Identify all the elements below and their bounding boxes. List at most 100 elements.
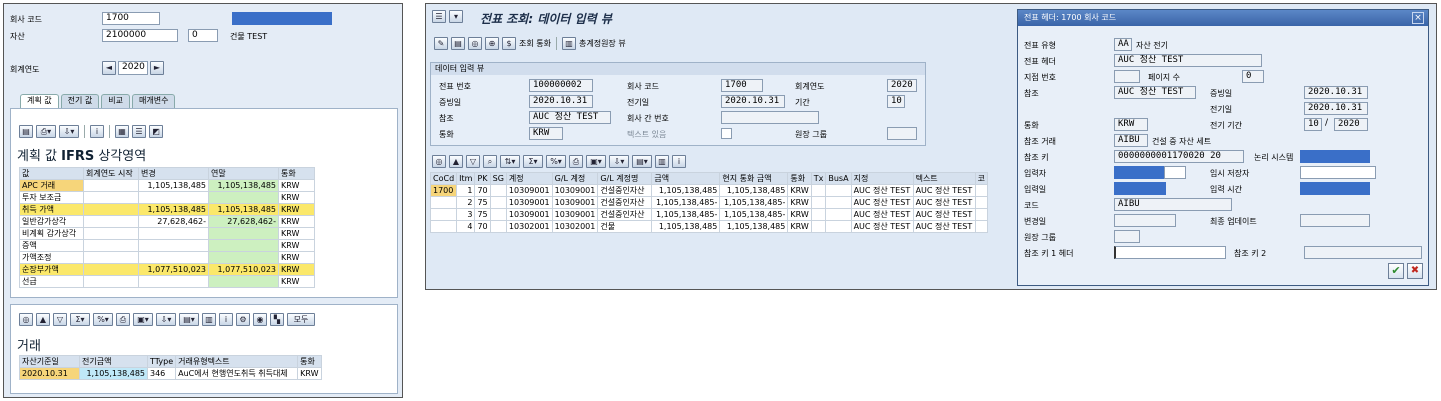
dropdown-icon[interactable]: ▾ bbox=[449, 10, 463, 23]
confirm-icon[interactable]: ✔ bbox=[1388, 263, 1404, 279]
table-row[interactable]: APC 거래 1,105,138,485 1,105,138,485 KRW bbox=[19, 179, 315, 192]
logical-system-field[interactable] bbox=[1300, 150, 1370, 163]
filter-icon[interactable]: ▽ bbox=[53, 313, 67, 326]
page-count-field[interactable]: 0 bbox=[1242, 70, 1264, 83]
asset-number-field[interactable]: 2100000 bbox=[102, 29, 178, 42]
settings-icon[interactable]: ⚙ bbox=[236, 313, 250, 326]
changed-on-field[interactable] bbox=[1114, 214, 1176, 227]
subtotal-icon[interactable]: %▾ bbox=[93, 313, 113, 326]
sum-icon[interactable]: Σ▾ bbox=[523, 155, 543, 168]
export-icon[interactable]: ⇩▾ bbox=[609, 155, 629, 168]
last-update-field[interactable] bbox=[1300, 214, 1370, 227]
expand-all-button[interactable]: 모두 bbox=[287, 313, 315, 326]
table-row[interactable]: 순장부가액 1,077,510,023 1,077,510,023 KRW bbox=[19, 263, 315, 276]
previous-year-icon[interactable]: ◄ bbox=[102, 61, 116, 75]
doc-date-field[interactable]: 2020.10.31 bbox=[1304, 86, 1368, 99]
col-header[interactable]: 연말 bbox=[208, 167, 279, 180]
currency-field[interactable]: KRW bbox=[1114, 118, 1148, 131]
posting-date-field[interactable]: 2020.10.31 bbox=[721, 95, 785, 108]
col-header[interactable]: CoCd bbox=[429, 172, 458, 185]
tcode-field[interactable]: AIBU bbox=[1114, 198, 1232, 211]
display-icon[interactable]: ◎ bbox=[468, 37, 482, 50]
print-icon[interactable]: ⎙ bbox=[569, 155, 583, 168]
sort-icon[interactable]: ⇅▾ bbox=[500, 155, 520, 168]
currency-icon[interactable]: $ bbox=[502, 37, 516, 50]
col-header[interactable]: BusA bbox=[825, 172, 852, 185]
col-header[interactable]: 지정 bbox=[850, 172, 914, 185]
col-header[interactable]: 통화 bbox=[297, 355, 322, 368]
table-row[interactable]: 가액조정 KRW bbox=[19, 251, 315, 264]
detail-icon[interactable]: ▤ bbox=[19, 125, 33, 138]
entered-by-field[interactable] bbox=[1114, 166, 1164, 179]
layout-icon[interactable]: ▤▾ bbox=[179, 313, 199, 326]
tab-comparison[interactable]: 비교 bbox=[101, 94, 130, 108]
table-row[interactable]: 4 70 10302001 10302001 건물 1,105,138,485 … bbox=[429, 220, 988, 233]
document-icon[interactable]: ◉ bbox=[253, 313, 267, 326]
layout-icon[interactable]: ▤▾ bbox=[632, 155, 652, 168]
posting-year-field[interactable]: 2020 bbox=[1334, 118, 1368, 131]
doc-type-field[interactable]: AA bbox=[1114, 38, 1132, 51]
close-icon[interactable]: × bbox=[1412, 12, 1424, 24]
next-year-icon[interactable]: ► bbox=[150, 61, 164, 75]
view-icon[interactable]: ▣▾ bbox=[133, 313, 153, 326]
company-code-field[interactable]: 1700 bbox=[102, 12, 160, 25]
text-exists-checkbox[interactable] bbox=[721, 128, 732, 139]
col-header[interactable]: 통화 bbox=[787, 172, 812, 185]
ledger-icon[interactable]: ▥ bbox=[561, 37, 576, 50]
ref-key-field[interactable]: 0000000001170020 20 bbox=[1114, 150, 1244, 163]
sort-ascending-icon[interactable]: ▲ bbox=[36, 313, 50, 326]
asset-subnumber-field[interactable]: 0 bbox=[188, 29, 218, 42]
temp-saver-field[interactable] bbox=[1300, 166, 1376, 179]
ledger-group-field[interactable] bbox=[1114, 230, 1140, 243]
detail-icon[interactable]: ◎ bbox=[19, 313, 33, 326]
table-row[interactable]: 투자 보조금 KRW bbox=[19, 191, 315, 204]
col-header[interactable]: TType bbox=[146, 355, 177, 368]
general-ledger-view-button[interactable]: 총계정원장 뷰 bbox=[579, 38, 626, 49]
col-header[interactable]: 코 bbox=[974, 172, 988, 185]
ref-key1-field[interactable] bbox=[1114, 246, 1226, 259]
fiscal-year-field[interactable]: 2020 bbox=[118, 61, 148, 75]
chart-icon[interactable]: ◩ bbox=[149, 125, 163, 138]
detail-icon[interactable]: ◎ bbox=[432, 155, 446, 168]
view-icon[interactable]: ▣▾ bbox=[586, 155, 606, 168]
posting-date-field[interactable]: 2020.10.31 bbox=[1304, 102, 1368, 115]
fiscal-year-field[interactable]: 2020 bbox=[887, 79, 917, 92]
ref-key2-field[interactable] bbox=[1304, 246, 1422, 259]
col-header[interactable]: 현지 통화 금액 bbox=[719, 172, 789, 185]
col-header[interactable]: Itm bbox=[456, 172, 476, 185]
company-code-field[interactable]: 1700 bbox=[721, 79, 763, 92]
doc-number-field[interactable]: 100000002 bbox=[529, 79, 593, 92]
entry-time-field[interactable] bbox=[1300, 182, 1370, 195]
print-icon[interactable]: ⎙ bbox=[116, 313, 130, 326]
edit-icon[interactable]: ✎ bbox=[434, 37, 448, 50]
table-row[interactable]: 증액 KRW bbox=[19, 239, 315, 252]
tab-posted-values[interactable]: 전기 값 bbox=[60, 94, 100, 108]
filter-icon[interactable]: ▽ bbox=[466, 155, 480, 168]
info-icon[interactable]: i bbox=[219, 313, 233, 326]
table-row[interactable]: 1700 1 70 10309001 10309001 건설중인자산 1,105… bbox=[429, 184, 988, 197]
find-icon[interactable]: ⌕ bbox=[483, 155, 497, 168]
reference-field[interactable]: AUC 정산 TEST bbox=[1114, 86, 1196, 99]
reference-field[interactable]: AUC 정산 TEST bbox=[529, 111, 611, 124]
print-icon[interactable]: ⎙▾ bbox=[36, 125, 56, 138]
col-header[interactable]: 전기금액 bbox=[79, 355, 148, 368]
table-row[interactable]: 선급 KRW bbox=[19, 275, 315, 288]
grid-icon[interactable]: ▦ bbox=[115, 125, 129, 138]
col-header[interactable]: Tx bbox=[810, 172, 827, 185]
entry-date-field[interactable] bbox=[1114, 182, 1166, 195]
menu-icon[interactable]: ☰ bbox=[432, 10, 446, 23]
table-row[interactable]: 취득 가액 1,105,138,485 1,105,138,485 KRW bbox=[19, 203, 315, 216]
col-header[interactable]: 자산기준일 bbox=[19, 355, 80, 368]
col-header[interactable]: 텍스트 bbox=[912, 172, 976, 185]
table-row[interactable]: 3 75 10309001 10309001 건설중인자산 1,105,138,… bbox=[429, 208, 988, 221]
col-header[interactable]: G/L 계정 bbox=[551, 172, 599, 185]
cancel-icon[interactable]: ✖ bbox=[1407, 263, 1423, 279]
col-header[interactable]: 계정 bbox=[505, 172, 553, 185]
period-field[interactable]: 10 bbox=[887, 95, 905, 108]
export-icon[interactable]: ⇩▾ bbox=[59, 125, 79, 138]
export-icon[interactable]: ⇩▾ bbox=[156, 313, 176, 326]
display-currency-button[interactable]: 조회 통화 bbox=[519, 38, 551, 49]
info-icon[interactable]: i bbox=[672, 155, 686, 168]
graphic-icon[interactable]: ▥ bbox=[655, 155, 669, 168]
ledger-group-field[interactable] bbox=[887, 127, 917, 140]
